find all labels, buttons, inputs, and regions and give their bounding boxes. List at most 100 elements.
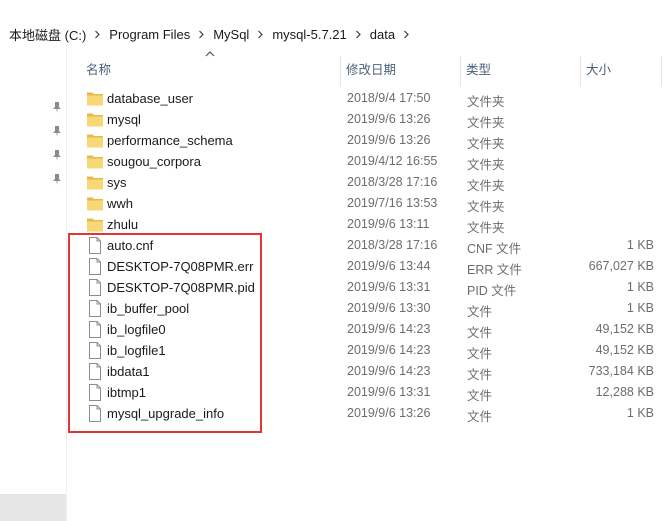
folder-icon <box>86 131 104 150</box>
file-type: 文件夹 <box>467 116 505 130</box>
pin-icon[interactable] <box>50 100 64 114</box>
breadcrumb-item[interactable]: Program Files <box>104 22 195 46</box>
file-row[interactable]: ibdata1 2019/9/6 14:23 文件 733,184 KB <box>67 361 672 382</box>
column-header-date[interactable]: 修改日期 <box>341 59 459 77</box>
sort-ascending-icon <box>205 51 215 57</box>
file-type: 文件 <box>467 410 493 424</box>
file-modified-date: 2019/9/6 14:23 <box>347 364 431 378</box>
folder-row[interactable]: mysql 2019/9/6 13:26 文件夹 <box>67 109 672 130</box>
file-modified-date: 2019/9/6 13:30 <box>347 301 431 315</box>
breadcrumb-item[interactable]: data <box>365 22 400 46</box>
file-icon <box>86 236 104 255</box>
folder-icon <box>86 89 104 108</box>
file-modified-date: 2019/9/6 13:11 <box>347 217 430 231</box>
pin-icon[interactable] <box>50 124 64 138</box>
file-icon <box>86 257 104 276</box>
breadcrumb-item[interactable]: mysql-5.7.21 <box>267 22 351 46</box>
file-icon <box>86 299 104 318</box>
file-type: 文件 <box>467 389 493 403</box>
navigation-pane[interactable] <box>0 46 67 521</box>
file-size: 49,152 KB <box>595 322 654 336</box>
file-name: ib_buffer_pool <box>107 301 190 316</box>
file-name: auto.cnf <box>107 238 154 253</box>
file-modified-date: 2018/9/4 17:50 <box>347 91 431 105</box>
chevron-right-icon[interactable] <box>254 30 267 39</box>
file-type: 文件 <box>467 368 493 382</box>
column-header-row: 名称 修改日期 类型 大小 <box>67 46 672 88</box>
file-name: sys <box>107 175 127 190</box>
file-modified-date: 2019/9/6 13:26 <box>347 112 431 126</box>
file-list-view[interactable]: 名称 修改日期 类型 大小 database_user 2018/9/4 17:5… <box>67 46 672 521</box>
file-row[interactable]: DESKTOP-7Q08PMR.pid 2019/9/6 13:31 PID 文件 1… <box>67 277 672 298</box>
file-icon <box>86 278 104 297</box>
file-row[interactable]: ib_logfile1 2019/9/6 14:23 文件 49,152 KB <box>67 340 672 361</box>
file-modified-date: 2018/3/28 17:16 <box>347 175 438 189</box>
folder-row[interactable]: zhulu 2019/9/6 13:11 文件夹 <box>67 214 672 235</box>
file-name: wwh <box>107 196 134 211</box>
folder-row[interactable]: database_user 2018/9/4 17:50 文件夹 <box>67 88 672 109</box>
file-type: ERR 文件 <box>467 263 522 277</box>
file-modified-date: 2018/3/28 17:16 <box>347 238 438 252</box>
file-row[interactable]: ibtmp1 2019/9/6 13:31 文件 12,288 KB <box>67 382 672 403</box>
file-size: 733,184 KB <box>588 364 654 378</box>
file-modified-date: 2019/4/12 16:55 <box>347 154 438 168</box>
chevron-right-icon[interactable] <box>400 30 413 39</box>
vertical-scrollbar[interactable] <box>662 46 672 521</box>
file-name: database_user <box>107 91 194 106</box>
file-name: zhulu <box>107 217 139 232</box>
folder-row[interactable]: wwh 2019/7/16 13:53 文件夹 <box>67 193 672 214</box>
file-type: 文件 <box>467 305 493 319</box>
file-row[interactable]: DESKTOP-7Q08PMR.err 2019/9/6 13:44 ERR 文件 6… <box>67 256 672 277</box>
file-name: mysql_upgrade_info <box>107 406 225 421</box>
file-type: 文件 <box>467 347 493 361</box>
breadcrumb-item[interactable]: MySql <box>208 22 254 46</box>
window-top-edge <box>0 0 672 22</box>
file-type: 文件夹 <box>467 137 505 151</box>
folder-icon <box>86 152 104 171</box>
folder-icon <box>86 194 104 213</box>
file-type: 文件夹 <box>467 221 505 235</box>
file-modified-date: 2019/9/6 14:23 <box>347 343 431 357</box>
file-name: ibdata1 <box>107 364 150 379</box>
file-modified-date: 2019/9/6 13:26 <box>347 406 431 420</box>
file-row[interactable]: ib_logfile0 2019/9/6 14:23 文件 49,152 KB <box>67 319 672 340</box>
pin-icon[interactable] <box>50 172 64 186</box>
file-icon <box>86 320 104 339</box>
file-name: DESKTOP-7Q08PMR.pid <box>107 280 255 295</box>
file-row[interactable]: auto.cnf 2018/3/28 17:16 CNF 文件 1 KB <box>67 235 672 256</box>
chevron-right-icon[interactable] <box>352 30 365 39</box>
folder-row[interactable]: performance_schema 2019/9/6 13:26 文件夹 <box>67 130 672 151</box>
file-type: 文件夹 <box>467 179 505 193</box>
navigation-pane-footer <box>0 494 66 521</box>
file-size: 49,152 KB <box>595 343 654 357</box>
file-type: 文件夹 <box>467 200 505 214</box>
file-size: 1 KB <box>626 280 654 294</box>
file-size: 667,027 KB <box>588 259 654 273</box>
file-icon <box>86 383 104 402</box>
breadcrumb[interactable]: 本地磁盘 (C:) Program Files MySql mysql-5.7.21 d… <box>0 22 672 46</box>
file-type: 文件夹 <box>467 158 505 172</box>
file-modified-date: 2019/9/6 14:23 <box>347 322 431 336</box>
pin-icon[interactable] <box>50 148 64 162</box>
folder-icon <box>86 110 104 129</box>
column-header-size[interactable]: 大小 <box>581 59 661 77</box>
file-size: 1 KB <box>626 301 654 315</box>
breadcrumb-item[interactable]: 本地磁盘 (C:) <box>0 22 91 46</box>
chevron-right-icon[interactable] <box>91 30 104 39</box>
file-modified-date: 2019/9/6 13:31 <box>347 385 431 399</box>
file-name: mysql <box>107 112 141 127</box>
column-header-name[interactable]: 名称 <box>81 59 339 77</box>
file-type: PID 文件 <box>467 284 517 298</box>
folder-row[interactable]: sougou_corpora 2019/4/12 16:55 文件夹 <box>67 151 672 172</box>
file-row[interactable]: mysql_upgrade_info 2019/9/6 13:26 文件 1 KB <box>67 403 672 424</box>
file-size: 1 KB <box>626 406 654 420</box>
file-row[interactable]: ib_buffer_pool 2019/9/6 13:30 文件 1 KB <box>67 298 672 319</box>
folder-row[interactable]: sys 2018/3/28 17:16 文件夹 <box>67 172 672 193</box>
file-icon <box>86 404 104 423</box>
file-modified-date: 2019/9/6 13:26 <box>347 133 431 147</box>
column-header-type[interactable]: 类型 <box>461 59 579 77</box>
file-name: DESKTOP-7Q08PMR.err <box>107 259 254 274</box>
file-size: 12,288 KB <box>595 385 654 399</box>
folder-icon <box>86 215 104 234</box>
chevron-right-icon[interactable] <box>195 30 208 39</box>
